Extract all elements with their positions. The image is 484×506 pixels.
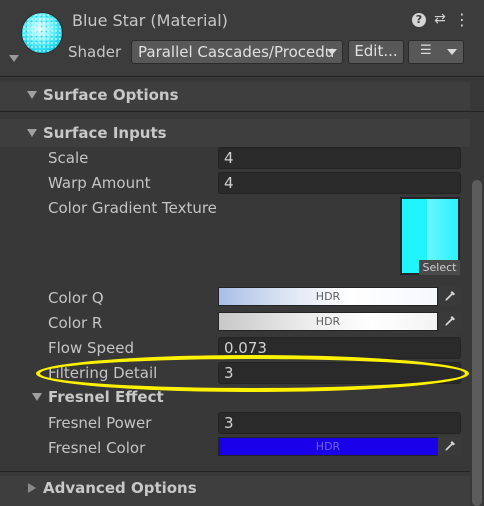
foldout-expanded-icon[interactable] [32, 393, 42, 401]
material-title: Blue Star (Material) [72, 11, 228, 30]
hdr-badge: HDR [315, 290, 341, 303]
foldout-expanded-icon[interactable] [27, 91, 37, 99]
warp-amount-field[interactable]: 4 [218, 172, 461, 194]
help-icon[interactable]: ? [412, 13, 426, 27]
flow-speed-label: Flow Speed [48, 339, 135, 357]
color-r-label: Color R [48, 314, 103, 332]
eyedropper-icon[interactable] [439, 287, 461, 305]
section-title-fresnel-effect: Fresnel Effect [48, 388, 164, 406]
scale-field[interactable]: 4 [218, 147, 461, 169]
more-options-icon[interactable]: ⋮ [454, 10, 470, 29]
color-q-label: Color Q [48, 289, 104, 307]
scale-label: Scale [48, 149, 89, 167]
texture-select-button[interactable]: Select [419, 260, 460, 275]
filtering-detail-field[interactable]: 3 [218, 362, 461, 384]
fresnel-color-swatch[interactable]: HDR [218, 437, 438, 456]
scrollbar-thumb[interactable] [472, 180, 482, 506]
warp-amount-label: Warp Amount [48, 174, 151, 192]
section-title-surface-options: Surface Options [43, 86, 179, 104]
shader-label: Shader [68, 43, 122, 61]
chevron-down-icon [327, 49, 337, 55]
edit-shader-button[interactable]: Edit... [348, 40, 404, 64]
header-divider [0, 76, 484, 77]
flow-speed-field[interactable]: 0.073 [218, 337, 461, 359]
chevron-down-icon [447, 49, 457, 55]
color-gradient-texture-label: Color Gradient Texture [48, 199, 217, 217]
section-divider [0, 471, 470, 472]
eyedropper-icon[interactable] [439, 437, 461, 455]
section-title-advanced-options: Advanced Options [43, 479, 197, 497]
hdr-badge: HDR [315, 315, 341, 328]
section-divider [0, 111, 484, 112]
color-q-swatch[interactable]: HDR [218, 287, 438, 306]
foldout-collapsed-icon[interactable] [28, 483, 36, 493]
fresnel-power-field[interactable]: 3 [218, 412, 461, 434]
filtering-detail-label: Filtering Detail [48, 364, 158, 382]
shader-dropdown[interactable]: Parallel Cascades/Procedu [131, 40, 343, 64]
hdr-badge: HDR [315, 440, 341, 453]
foldout-expanded-icon[interactable] [27, 129, 37, 137]
material-preview-icon[interactable] [22, 13, 62, 53]
color-r-swatch[interactable]: HDR [218, 312, 438, 331]
list-menu-icon: ☰ [420, 43, 432, 58]
eyedropper-icon[interactable] [439, 312, 461, 330]
fresnel-color-label: Fresnel Color [48, 439, 146, 457]
section-title-surface-inputs: Surface Inputs [43, 124, 167, 142]
fresnel-power-label: Fresnel Power [48, 414, 152, 432]
header-foldout-icon[interactable] [9, 55, 19, 62]
preset-icon[interactable]: ⇄ [432, 11, 448, 29]
